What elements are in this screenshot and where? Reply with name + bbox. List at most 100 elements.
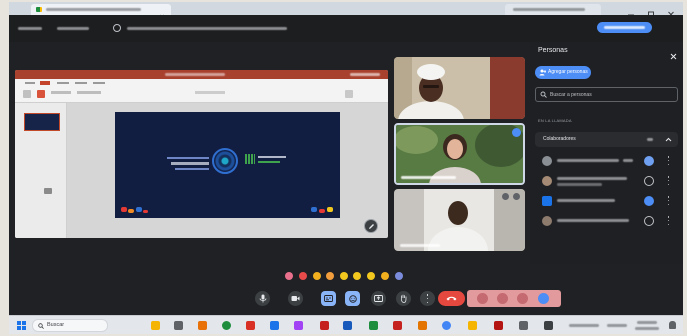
taskbar-app-icon[interactable] bbox=[222, 321, 231, 330]
reaction-emoji-icon[interactable] bbox=[340, 272, 348, 280]
participant-row[interactable] bbox=[535, 152, 678, 170]
taskbar-app-icon[interactable] bbox=[270, 321, 279, 330]
header-action-button[interactable] bbox=[597, 22, 652, 33]
reaction-emoji-icon[interactable] bbox=[381, 272, 389, 280]
ribbon-tab-active[interactable] bbox=[40, 81, 50, 85]
mic-status-icon bbox=[644, 216, 654, 226]
participant-row[interactable] bbox=[535, 172, 678, 190]
participant-row[interactable] bbox=[535, 212, 678, 230]
slide-thumbnail-pane bbox=[15, 103, 67, 238]
taskbar-app-icon[interactable] bbox=[494, 321, 503, 330]
ribbon-tool[interactable] bbox=[195, 91, 225, 94]
participant-video-tile[interactable] bbox=[394, 57, 525, 119]
search-field[interactable] bbox=[535, 87, 678, 102]
avatar bbox=[542, 156, 552, 166]
taskbar-app-icon[interactable] bbox=[198, 321, 207, 330]
reaction-emoji-icon[interactable] bbox=[395, 272, 403, 280]
meeting-info-icon[interactable] bbox=[113, 24, 121, 32]
taskbar-app-icon[interactable] bbox=[246, 321, 255, 330]
ribbon-tab[interactable] bbox=[93, 82, 105, 84]
reaction-emoji-icon[interactable] bbox=[326, 272, 334, 280]
maximize-icon[interactable] bbox=[647, 5, 655, 18]
mic-button[interactable] bbox=[255, 291, 270, 306]
taskbar-app-icon[interactable] bbox=[468, 321, 477, 330]
browser-tab-active[interactable] bbox=[31, 4, 171, 20]
more-vert-icon[interactable] bbox=[667, 216, 670, 225]
taskbar-app-icon[interactable] bbox=[343, 321, 352, 330]
taskbar-app-icon[interactable] bbox=[369, 321, 378, 330]
ribbon-tool[interactable] bbox=[51, 91, 71, 94]
clock-date-blurred bbox=[635, 327, 659, 330]
ribbon-tab[interactable] bbox=[57, 82, 69, 84]
ribbon-tool[interactable] bbox=[23, 90, 31, 98]
section-label: EN LA LLAMADA bbox=[538, 118, 572, 123]
participant-name-blurred bbox=[557, 199, 615, 202]
system-tray-blurred bbox=[607, 324, 627, 327]
close-icon[interactable] bbox=[667, 5, 675, 18]
reaction-emoji-icon[interactable] bbox=[313, 272, 321, 280]
slide-decoration bbox=[311, 207, 317, 212]
presented-window[interactable] bbox=[15, 70, 388, 238]
search-input[interactable] bbox=[550, 88, 670, 101]
participants-group-header[interactable]: Colaboradores bbox=[535, 132, 678, 147]
close-icon[interactable] bbox=[670, 47, 677, 60]
activities-icon[interactable] bbox=[538, 293, 549, 304]
tile-option-icon[interactable] bbox=[513, 193, 520, 200]
people-icon[interactable] bbox=[497, 293, 508, 304]
more-vert-icon[interactable] bbox=[667, 176, 670, 185]
hang-up-icon bbox=[446, 296, 457, 301]
tab-close-icon[interactable] bbox=[159, 7, 165, 20]
reaction-emoji-icon[interactable] bbox=[285, 272, 293, 280]
slide-partner-logo-icon bbox=[245, 154, 255, 164]
chat-icon[interactable] bbox=[517, 293, 528, 304]
taskbar-search-box[interactable]: Buscar bbox=[32, 319, 108, 332]
taskbar-app-icon[interactable] bbox=[151, 321, 160, 330]
taskbar-app-icon[interactable] bbox=[519, 321, 528, 330]
taskbar-app-icon[interactable] bbox=[174, 321, 183, 330]
hang-up-button[interactable] bbox=[438, 291, 465, 306]
pane-icon bbox=[44, 188, 52, 194]
captions-button[interactable] bbox=[321, 291, 336, 306]
ribbon-tab[interactable] bbox=[75, 82, 87, 84]
browser-tab-secondary[interactable] bbox=[505, 4, 601, 15]
ribbon-tool[interactable] bbox=[77, 91, 101, 94]
present-button[interactable] bbox=[371, 291, 386, 306]
reaction-emoji-icon[interactable] bbox=[299, 272, 307, 280]
more-vert-icon[interactable] bbox=[667, 156, 670, 165]
participant-video-tile-active[interactable] bbox=[394, 123, 525, 185]
slide-thumbnail[interactable] bbox=[24, 113, 60, 131]
meeting-stage: Personas Agregar personas EN LA LLAMADA … bbox=[9, 42, 683, 315]
participant-video-tile[interactable] bbox=[394, 189, 525, 251]
reaction-emoji-icon[interactable] bbox=[367, 272, 375, 280]
powerpoint-title-bar bbox=[15, 70, 388, 79]
taskbar-app-icon[interactable] bbox=[442, 321, 451, 330]
ribbon-tab[interactable] bbox=[25, 82, 35, 84]
participant-row[interactable] bbox=[535, 192, 678, 210]
more-options-button[interactable] bbox=[420, 291, 435, 306]
participant-video bbox=[394, 57, 525, 119]
ribbon-tool[interactable] bbox=[37, 90, 45, 98]
ribbon-tool[interactable] bbox=[345, 90, 353, 98]
taskbar-app-icon[interactable] bbox=[320, 321, 329, 330]
slide-text-line bbox=[258, 156, 286, 158]
chevron-up-icon[interactable] bbox=[665, 137, 672, 142]
presentation-control-button[interactable] bbox=[364, 219, 378, 233]
participant-name-blurred bbox=[401, 176, 456, 179]
more-vert-icon[interactable] bbox=[667, 196, 670, 205]
reactions-button[interactable] bbox=[345, 291, 360, 306]
taskbar-app-icon[interactable] bbox=[393, 321, 402, 330]
reaction-emoji-icon[interactable] bbox=[353, 272, 361, 280]
camera-button[interactable] bbox=[288, 291, 303, 306]
raise-hand-button[interactable] bbox=[396, 291, 411, 306]
taskbar-app-icon[interactable] bbox=[418, 321, 427, 330]
minimize-icon[interactable] bbox=[627, 5, 635, 16]
taskbar-app-icon[interactable] bbox=[544, 321, 553, 330]
windows-start-icon[interactable] bbox=[17, 321, 26, 330]
tile-option-icon[interactable] bbox=[502, 193, 509, 200]
taskbar-app-icon[interactable] bbox=[294, 321, 303, 330]
participant-video bbox=[396, 125, 523, 183]
add-people-button[interactable]: Agregar personas bbox=[535, 66, 591, 79]
info-icon[interactable] bbox=[477, 293, 488, 304]
search-icon bbox=[540, 91, 547, 98]
notifications-icon[interactable] bbox=[669, 321, 676, 329]
